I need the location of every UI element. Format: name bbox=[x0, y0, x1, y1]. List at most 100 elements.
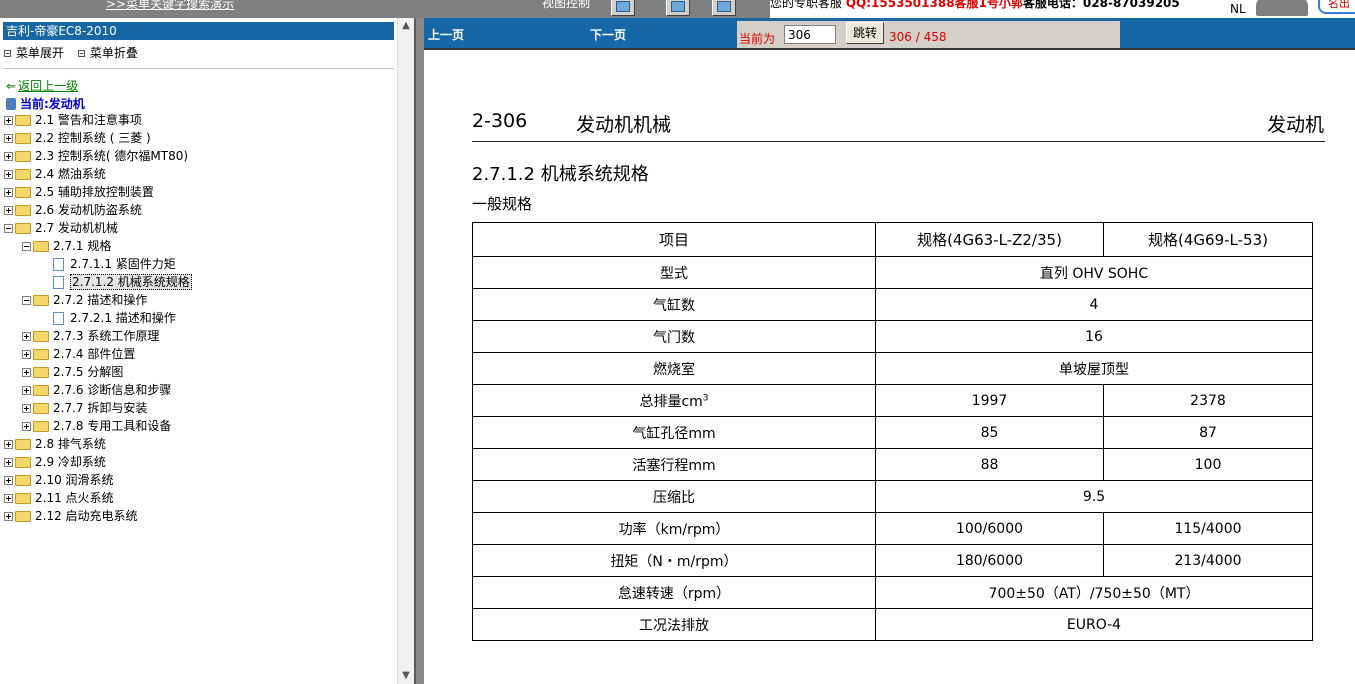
scroll-up-icon[interactable]: ▲ bbox=[398, 18, 414, 34]
spec-item-label: 工况法排放 bbox=[639, 617, 709, 634]
document-top-border bbox=[424, 48, 1355, 50]
page-count: 306 / 458 bbox=[889, 30, 947, 44]
folder-open-icon bbox=[33, 241, 49, 252]
expand-node-icon[interactable] bbox=[4, 458, 13, 467]
tree-item[interactable]: 2.7.3 系统工作原理 bbox=[22, 327, 159, 345]
spec-table: 项目 规格(4G63-L-Z2/35) 规格(4G69-L-53) 型式 直列 OHV … bbox=[472, 222, 1313, 641]
expand-node-icon[interactable] bbox=[22, 332, 31, 341]
view-button-2[interactable] bbox=[666, 0, 690, 16]
folder-icon bbox=[15, 511, 31, 522]
tree-item-label: 2.7.2.1 描述和操作 bbox=[70, 311, 176, 325]
menu-expand-button[interactable]: 菜单展开 bbox=[4, 44, 64, 61]
expand-node-icon[interactable] bbox=[4, 476, 13, 485]
current-label: 当前:发动机 bbox=[20, 97, 85, 111]
expand-node-icon[interactable] bbox=[4, 170, 13, 179]
tree-item[interactable]: 2.2 控制系统 ( 三菱 ) bbox=[4, 129, 151, 147]
collapse-node-icon[interactable] bbox=[22, 296, 31, 305]
tree-item[interactable]: 2.5 辅助排放控制装置 bbox=[4, 183, 154, 201]
tree-item[interactable]: 2.4 燃油系统 bbox=[4, 165, 106, 183]
tree-item[interactable]: 2.7.6 诊断信息和步骤 bbox=[22, 381, 171, 399]
tree-item-label: 2.7.1.1 紧固件力矩 bbox=[70, 257, 176, 271]
tree-item[interactable]: 2.1 警告和注意事项 bbox=[4, 111, 142, 129]
tree-item[interactable]: 2.7.2.1 描述和操作 bbox=[40, 309, 176, 327]
tree-item[interactable]: 2.7.1 规格 bbox=[22, 237, 111, 255]
tree-item-label: 2.3 控制系统( 德尔福MT80) bbox=[35, 149, 189, 163]
expand-node-icon[interactable] bbox=[4, 188, 13, 197]
tree-item[interactable]: 2.7.7 拆卸与安装 bbox=[22, 399, 147, 417]
tree-item-label: 2.10 润滑系统 bbox=[35, 473, 114, 487]
spec-value-cell: 单坡屋顶型 bbox=[875, 352, 1313, 385]
expand-node-icon[interactable] bbox=[4, 440, 13, 449]
chapter-category: 发动机 bbox=[1266, 114, 1324, 136]
spec-value-cell: 213/4000 bbox=[1103, 544, 1313, 577]
expand-node-icon[interactable] bbox=[22, 386, 31, 395]
next-page-button[interactable]: 下一页 bbox=[590, 26, 626, 43]
pane-splitter[interactable] bbox=[414, 18, 424, 684]
tree-item-label: 2.7.2 描述和操作 bbox=[53, 293, 148, 307]
tree-item[interactable]: 2.7.4 部件位置 bbox=[22, 345, 135, 363]
expand-node-icon[interactable] bbox=[22, 350, 31, 359]
folder-icon bbox=[15, 439, 31, 450]
expand-node-icon[interactable] bbox=[4, 152, 13, 161]
folder-icon bbox=[15, 133, 31, 144]
keyword-search-demo-link[interactable]: >>菜单关键字搜索演示 bbox=[106, 0, 234, 12]
menu-collapse-button[interactable]: 菜单折叠 bbox=[77, 44, 138, 61]
table-row: 活塞行程mm 88 100 bbox=[472, 448, 1313, 481]
spec-item-label: 扭矩（N・m/rpm） bbox=[610, 553, 738, 570]
expand-node-icon[interactable] bbox=[4, 116, 13, 125]
tree-item[interactable]: 2.7.1.2 机械系统规格 bbox=[40, 273, 192, 291]
unit-superscript: 3 bbox=[702, 392, 709, 403]
expand-node-icon[interactable] bbox=[4, 134, 13, 143]
table-header-cell: 规格(4G69-L-53) bbox=[1103, 222, 1313, 257]
tree-item[interactable]: 2.7.1.1 紧固件力矩 bbox=[40, 255, 176, 273]
spec-value-cell: 100 bbox=[1103, 448, 1313, 481]
logo-pill[interactable]: 名出 bbox=[1318, 0, 1355, 14]
expand-node-icon[interactable] bbox=[4, 512, 13, 521]
tree-item[interactable]: 2.9 冷却系统 bbox=[4, 453, 106, 471]
back-arrow-icon: ⇐ bbox=[6, 79, 17, 93]
service-name[interactable]: 客服1号小郭 bbox=[955, 0, 1023, 10]
tree-item[interactable]: 2.7 发动机机械 bbox=[4, 219, 118, 237]
tree-item[interactable]: 2.7.2 描述和操作 bbox=[22, 291, 147, 309]
page-nav-bar: 上一页 下一页 当前为 跳转 306 / 458 bbox=[424, 18, 1355, 48]
spec-item-cell: 气缸数 bbox=[472, 288, 876, 321]
tree-item[interactable]: 2.7.5 分解图 bbox=[22, 363, 123, 381]
tree-item[interactable]: 2.7.8 专用工具和设备 bbox=[22, 417, 171, 435]
folder-icon bbox=[33, 349, 49, 360]
tree-item[interactable]: 2.8 排气系统 bbox=[4, 435, 106, 453]
tree-item[interactable]: 2.11 点火系统 bbox=[4, 489, 114, 507]
tree-item[interactable]: 2.10 润滑系统 bbox=[4, 471, 114, 489]
expand-node-icon[interactable] bbox=[22, 422, 31, 431]
page-number-input[interactable] bbox=[784, 25, 836, 44]
expand-node-icon[interactable] bbox=[22, 368, 31, 377]
collapse-node-icon[interactable] bbox=[4, 224, 13, 233]
qq-number[interactable]: QQ:1553501388 bbox=[846, 0, 955, 10]
collapse-node-icon[interactable] bbox=[22, 242, 31, 251]
prev-page-button[interactable]: 上一页 bbox=[428, 26, 464, 43]
spec-value-cell: 9.5 bbox=[875, 480, 1313, 513]
back-link[interactable]: ⇐ 返回上一级 bbox=[6, 77, 78, 94]
table-row: 工况法排放 EURO-4 bbox=[472, 608, 1313, 641]
jump-button[interactable]: 跳转 bbox=[846, 22, 884, 44]
scroll-down-icon[interactable]: ▼ bbox=[398, 668, 414, 684]
view-button-3[interactable] bbox=[712, 0, 736, 16]
tree-item[interactable]: 2.3 控制系统( 德尔福MT80) bbox=[4, 147, 188, 165]
folder-icon bbox=[15, 457, 31, 468]
folder-icon bbox=[33, 331, 49, 342]
tree-item[interactable]: 2.12 启动充电系统 bbox=[4, 507, 138, 525]
spec-item-cell: 活塞行程mm bbox=[472, 448, 876, 481]
folder-icon bbox=[15, 205, 31, 216]
header-rule bbox=[472, 141, 1325, 142]
tree-item-label: 2.7.5 分解图 bbox=[53, 365, 124, 379]
expand-node-icon[interactable] bbox=[4, 206, 13, 215]
tree-item-label: 2.5 辅助排放控制装置 bbox=[35, 185, 154, 199]
folder-icon bbox=[33, 367, 49, 378]
tree-scrollbar[interactable]: ▲ ▼ bbox=[397, 18, 414, 684]
top-banner: >>菜单关键字搜索演示 视图控制 您的专职客服 QQ:1553501388客服1… bbox=[0, 0, 1355, 18]
expand-node-icon[interactable] bbox=[22, 404, 31, 413]
document-icon bbox=[53, 276, 64, 289]
tree-item[interactable]: 2.6 发动机防盗系统 bbox=[4, 201, 142, 219]
expand-node-icon[interactable] bbox=[4, 494, 13, 503]
table-row: 压缩比 9.5 bbox=[472, 480, 1313, 513]
view-button-1[interactable] bbox=[611, 0, 635, 16]
